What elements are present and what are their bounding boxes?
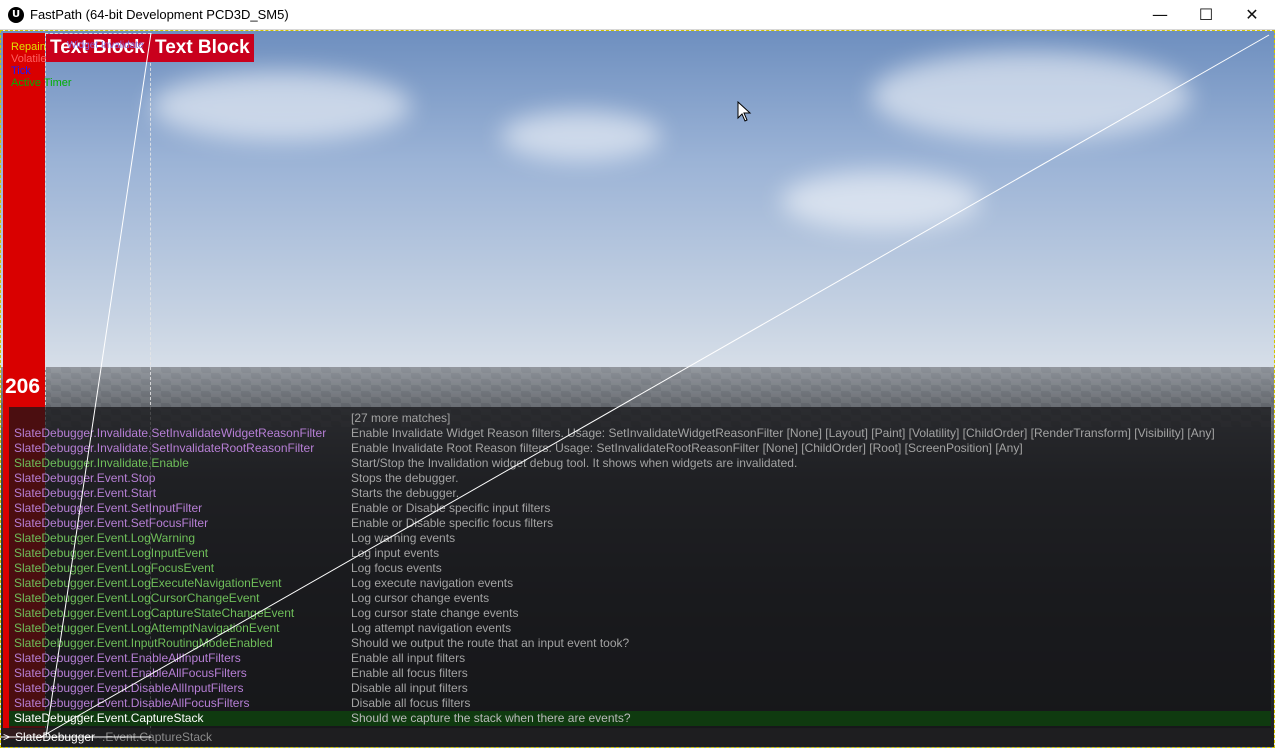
title-bar: U FastPath (64-bit Development PCD3D_SM5…: [0, 0, 1275, 30]
debug-line: [45, 32, 152, 738]
game-viewport[interactable]: Repaint Volatile Paint Tick Active Timer…: [0, 30, 1275, 748]
window-title: FastPath (64-bit Development PCD3D_SM5): [30, 7, 289, 22]
maximize-button[interactable]: ☐: [1183, 0, 1229, 30]
debug-line: [40, 34, 1270, 738]
minimize-button[interactable]: —: [1137, 0, 1183, 30]
unreal-engine-icon: U: [8, 7, 24, 23]
close-button[interactable]: ✕: [1229, 0, 1275, 30]
debug-lines: [1, 32, 1270, 738]
